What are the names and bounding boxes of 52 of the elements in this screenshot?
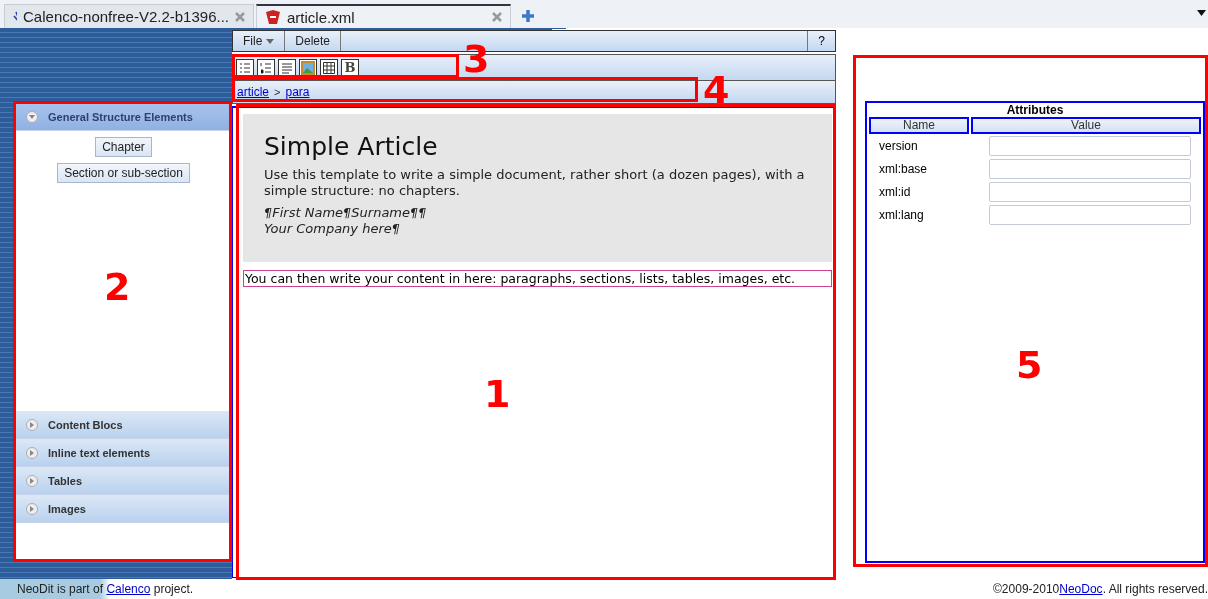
- bullet-list-icon[interactable]: [236, 58, 254, 77]
- expand-icon: [26, 418, 38, 431]
- attribute-value-field[interactable]: [989, 205, 1191, 225]
- paragraph: You can then write your content in here: paragraphs, sections, lists, tables, images, etc.: [243, 270, 832, 287]
- expand-icon: [26, 502, 38, 515]
- annotation-number: 4: [703, 71, 730, 109]
- menu-item[interactable]: Delete: [285, 31, 342, 51]
- attribute-name: xml:lang: [879, 208, 925, 222]
- copyright-note: ©2009-2010NeoDoc. All rights reserved.: [993, 582, 1208, 596]
- accordion-header[interactable]: Images: [16, 495, 231, 523]
- dropdown-arrow-icon[interactable]: [1197, 10, 1206, 16]
- menu-item[interactable]: File: [233, 31, 286, 51]
- table-icon[interactable]: [320, 58, 338, 77]
- expand-icon: [26, 474, 38, 487]
- breadcrumb-separator: >: [274, 86, 281, 98]
- breadcrumb-link[interactable]: article: [237, 85, 269, 99]
- numbered-list-icon[interactable]: [257, 58, 275, 77]
- annotation-number: 2: [104, 268, 131, 306]
- plus-icon[interactable]: [521, 9, 535, 23]
- insert-button[interactable]: Chapter: [95, 137, 152, 157]
- footer-link[interactable]: Calenco: [106, 582, 151, 596]
- article-title: Simple Article: [264, 132, 439, 161]
- author-line: ¶First Name¶Surname¶¶: [264, 205, 428, 221]
- footer-link[interactable]: NeoDoc: [1059, 582, 1103, 596]
- attribute-name: version: [879, 139, 919, 153]
- help-button[interactable]: ?: [807, 31, 835, 51]
- annotation-number: 5: [1016, 346, 1043, 384]
- annotation-number: 1: [484, 375, 511, 413]
- paragraph-icon[interactable]: [278, 58, 296, 77]
- footer-note: NeoDit is part of Calenco project.: [17, 582, 194, 596]
- accordion-header[interactable]: Content Blocs: [16, 411, 231, 439]
- breadcrumb-link[interactable]: para: [285, 85, 310, 99]
- attribute-value-field[interactable]: [989, 182, 1191, 202]
- attribute-name: xml:base: [879, 162, 929, 176]
- image-icon[interactable]: [299, 58, 317, 77]
- article-abstract: Use this template to write a simple document, rather short (a dozen pages), with a simple structure: no chapters.: [264, 167, 806, 199]
- attribute-name: xml:id: [879, 185, 912, 199]
- attribute-value-field[interactable]: [989, 159, 1191, 179]
- column-header: Value: [971, 117, 1201, 134]
- company-line: Your Company here¶: [264, 221, 401, 237]
- insert-button[interactable]: Section or sub-section: [57, 163, 190, 183]
- column-header: Name: [869, 117, 969, 134]
- expand-icon: [26, 446, 38, 459]
- tab[interactable]: Calenco-nonfree-V2.2-b1396...: [4, 4, 254, 28]
- accordion-header[interactable]: General Structure Elements: [16, 103, 231, 131]
- accordion-header[interactable]: Tables: [16, 467, 231, 495]
- bold-button[interactable]: B: [341, 58, 359, 77]
- attribute-value-field[interactable]: [989, 136, 1191, 156]
- collapse-icon: [26, 110, 38, 123]
- tab[interactable]: article.xml: [256, 4, 511, 28]
- accordion-header[interactable]: Inline text elements: [16, 439, 231, 467]
- attributes-title: Attributes: [1005, 103, 1065, 117]
